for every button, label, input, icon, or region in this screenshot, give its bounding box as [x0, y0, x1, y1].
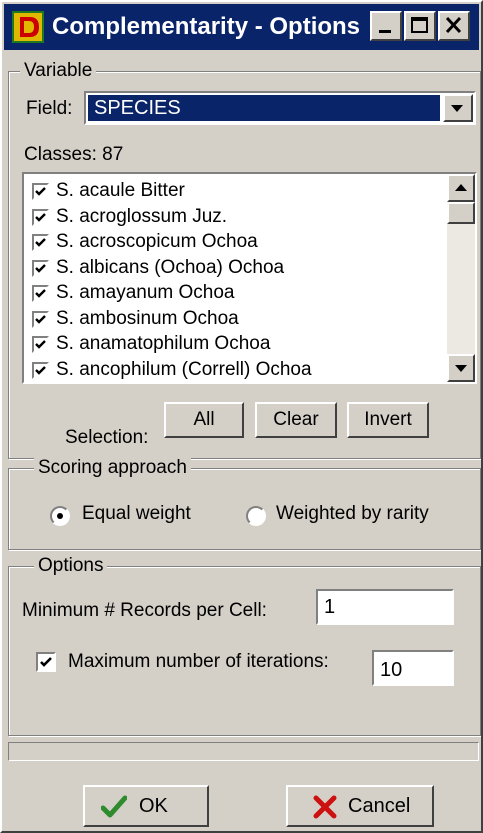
item-checkbox[interactable]: [32, 361, 49, 379]
item-checkbox[interactable]: [32, 336, 49, 353]
chevron-down-icon: [451, 105, 463, 112]
checkmark-icon: [35, 187, 46, 196]
min-records-value: 1: [324, 596, 336, 618]
item-label: S. acroscopicum Ochoa: [56, 231, 258, 252]
close-icon: [445, 16, 462, 34]
checkmark-icon: [35, 314, 46, 324]
field-selected-value: SPECIES: [88, 95, 440, 121]
classes-list[interactable]: S. acaule Bitter S. acroglossum Juz. S. ac…: [22, 172, 477, 384]
item-checkbox[interactable]: [32, 285, 49, 302]
minimize-icon: [379, 30, 391, 33]
max-iterations-checkbox[interactable]: [36, 652, 56, 672]
invert-button[interactable]: Invert: [347, 402, 429, 438]
scoring-legend: Scoring approach: [34, 457, 191, 479]
item-label: S. ambosinum Ochoa: [56, 307, 239, 329]
title-bar[interactable]: Complementarity - Options: [4, 4, 479, 50]
min-records-field[interactable]: 1: [316, 589, 454, 625]
list-item[interactable]: S. acroglossum Juz.: [32, 204, 442, 230]
list-item[interactable]: S. anamatophilum Ochoa: [32, 331, 442, 357]
max-iterations-field[interactable]: 10: [372, 650, 454, 686]
checkmark-icon: [35, 289, 46, 298]
list-item[interactable]: S. ancophilum (Correll) Ochoa: [32, 357, 442, 383]
item-checkbox[interactable]: [32, 234, 49, 251]
field-select[interactable]: SPECIES: [84, 91, 476, 125]
status-bar: [8, 742, 479, 761]
radio-label: Weighted by rarity: [276, 503, 429, 524]
clear-button[interactable]: Clear: [255, 402, 337, 438]
checkmark-icon: [101, 795, 127, 818]
item-label: S. anamatophilum Ochoa: [56, 333, 271, 354]
checkmark-icon: [35, 263, 46, 273]
list-item[interactable]: S. acroscopicum Ochoa: [32, 229, 442, 255]
list-item[interactable]: S. albicans (Ochoa) Ochoa: [32, 255, 442, 281]
checkmark-icon: [40, 657, 52, 667]
scroll-down-button[interactable]: [447, 354, 475, 382]
chevron-down-icon: [455, 365, 467, 372]
list-item[interactable]: S. amayanum Ochoa: [32, 280, 442, 306]
selection-label: Selection:: [65, 427, 149, 448]
field-dropdown-button[interactable]: [443, 94, 473, 122]
checkmark-icon: [35, 212, 46, 222]
close-button[interactable]: [438, 11, 470, 41]
field-label: Field:: [26, 98, 73, 119]
ok-label: OK: [139, 795, 168, 817]
item-checkbox[interactable]: [32, 310, 49, 328]
classes-count: Classes: 87: [24, 144, 124, 165]
radio-label: Equal weight: [82, 503, 191, 524]
variable-legend: Variable: [20, 60, 97, 82]
checkmark-icon: [35, 365, 46, 375]
item-checkbox[interactable]: [32, 183, 49, 200]
select-all-button[interactable]: All: [164, 402, 244, 438]
window-title: Complementarity - Options: [52, 13, 361, 40]
list-item[interactable]: S. ambosinum Ochoa: [32, 306, 442, 332]
ok-button[interactable]: OK: [83, 785, 209, 827]
radio-equal-weight[interactable]: Equal weight: [42, 500, 232, 530]
max-iterations-label: Maximum number of iterations:: [68, 651, 329, 672]
checkmark-icon: [35, 340, 46, 349]
scroll-thumb[interactable]: [447, 202, 475, 224]
item-label: S. acroglossum Juz.: [56, 205, 228, 227]
scroll-up-button[interactable]: [447, 174, 475, 202]
checkmark-icon: [35, 238, 46, 247]
radio-dot: [57, 513, 63, 519]
cancel-label: Cancel: [348, 795, 411, 817]
minimize-button[interactable]: [370, 11, 402, 41]
radio-button[interactable]: [50, 506, 70, 526]
item-checkbox[interactable]: [32, 259, 49, 277]
item-checkbox[interactable]: [32, 208, 49, 226]
options-window: Complementarity - Options Variable Field…: [0, 0, 483, 833]
chevron-up-icon: [455, 184, 467, 191]
item-label: S. ancophilum (Correll) Ochoa: [56, 358, 312, 380]
item-label: S. acaule Bitter: [56, 180, 185, 201]
item-label: S. amayanum Ochoa: [56, 282, 235, 303]
cancel-button[interactable]: Cancel: [286, 785, 434, 827]
list-scrollbar[interactable]: [447, 174, 475, 382]
x-mark-icon: [313, 795, 337, 819]
list-item[interactable]: S. acaule Bitter: [32, 178, 442, 204]
radio-weighted-by-rarity[interactable]: Weighted by rarity: [242, 500, 472, 530]
max-iterations-value: 10: [380, 659, 403, 681]
d-logo-icon: [12, 11, 44, 43]
min-records-label: Minimum # Records per Cell:: [22, 600, 267, 621]
maximize-button[interactable]: [404, 11, 436, 41]
options-legend: Options: [34, 555, 108, 577]
radio-button[interactable]: [246, 506, 266, 526]
maximize-icon: [411, 17, 428, 33]
item-label: S. albicans (Ochoa) Ochoa: [56, 256, 285, 278]
